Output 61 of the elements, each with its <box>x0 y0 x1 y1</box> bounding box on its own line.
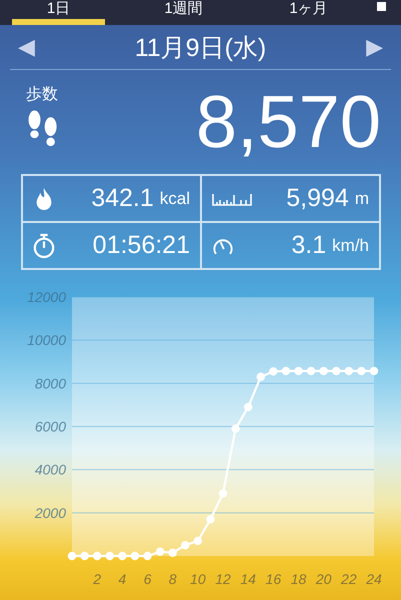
stat-value: 3.1 <box>291 231 326 260</box>
x-axis-label: 22 <box>341 571 357 587</box>
data-point <box>282 366 290 376</box>
data-point <box>143 552 152 560</box>
data-point <box>168 548 177 557</box>
data-point <box>370 366 378 376</box>
data-point <box>156 547 164 556</box>
data-point <box>194 536 202 546</box>
stat-unit: kcal <box>160 188 190 208</box>
y-axis-label: 10000 <box>27 332 66 348</box>
x-axis-label: 6 <box>144 571 152 587</box>
x-axis-label: 8 <box>168 571 177 587</box>
x-axis-label: 24 <box>366 571 382 587</box>
ruler-icon <box>212 192 252 206</box>
data-point <box>332 366 340 376</box>
step-count: 8,570 <box>196 88 381 156</box>
x-axis-label: 14 <box>240 571 256 587</box>
y-axis-label: 6000 <box>34 418 66 434</box>
data-point <box>130 552 140 560</box>
x-axis-label: 18 <box>290 571 306 587</box>
x-axis-label: 4 <box>118 571 126 587</box>
stopwatch-icon <box>33 232 55 258</box>
date-label: 11月9日(水) <box>134 32 266 64</box>
previous-day-button[interactable]: ◀ <box>10 34 43 60</box>
data-point <box>218 489 228 498</box>
stat-value: 342.1 <box>91 184 154 213</box>
next-day-button[interactable]: ▶ <box>358 34 391 60</box>
data-point <box>357 366 366 376</box>
stat-unit: m <box>354 188 369 208</box>
data-point <box>344 366 354 376</box>
tab[interactable]: 1日 <box>12 0 105 25</box>
tab[interactable]: 1ヶ月 <box>262 0 355 25</box>
x-axis-label: 10 <box>190 571 206 587</box>
x-axis-label: 2 <box>93 571 102 587</box>
x-axis-label: 12 <box>215 571 231 587</box>
y-axis-label: 12000 <box>27 292 66 305</box>
data-point <box>294 366 303 376</box>
data-point <box>181 541 190 550</box>
data-point <box>269 367 278 376</box>
data-point <box>68 552 76 560</box>
stat-value: 01:56:21 <box>92 231 190 260</box>
square-icon[interactable] <box>377 2 386 11</box>
data-point <box>92 552 102 560</box>
data-point <box>206 515 215 524</box>
data-point <box>231 424 240 433</box>
data-point <box>306 366 316 376</box>
tab[interactable]: 1週間 <box>137 0 230 25</box>
data-point <box>106 552 114 560</box>
y-axis-label: 4000 <box>34 462 66 478</box>
stat-value: 5,994 <box>286 184 349 213</box>
data-point <box>256 372 265 382</box>
data-point <box>118 552 127 560</box>
data-point <box>319 366 328 376</box>
x-axis-label: 16 <box>266 571 282 587</box>
y-axis-label: 8000 <box>34 375 66 392</box>
data-point <box>80 552 89 560</box>
steps-label: 歩数 <box>26 84 59 105</box>
x-axis-label: 20 <box>316 571 332 587</box>
stat-unit: km/h <box>332 236 369 256</box>
data-point <box>244 402 252 412</box>
y-axis-label: 2000 <box>34 504 66 521</box>
